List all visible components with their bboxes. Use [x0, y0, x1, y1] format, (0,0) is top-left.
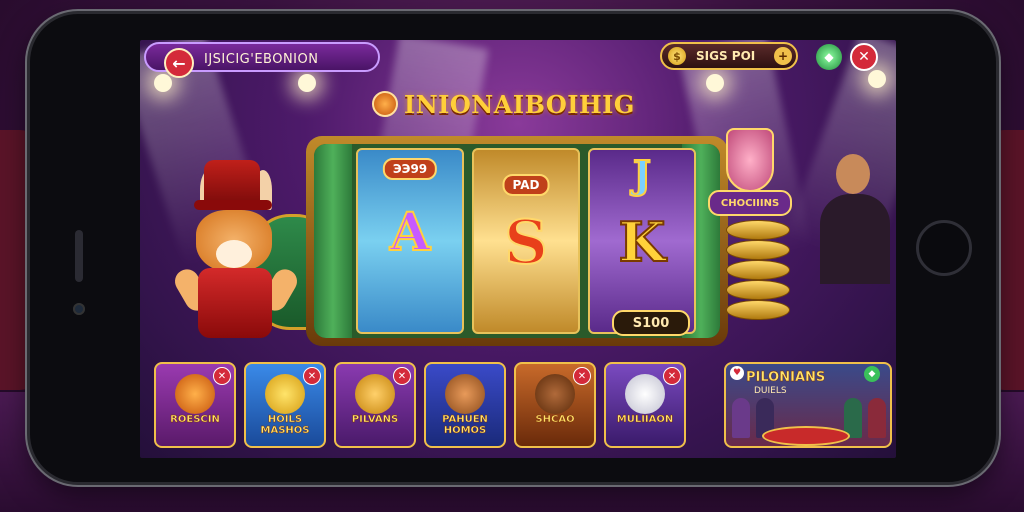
game-card[interactable]: ✕ ROESCIN: [154, 362, 236, 448]
player-figure: [732, 398, 750, 438]
reel-symbol: S: [503, 207, 548, 279]
coin-disc: [726, 300, 790, 320]
mascot-hat-brim: [194, 200, 272, 210]
character-icon: [535, 374, 575, 414]
close-icon[interactable]: ✕: [573, 367, 591, 385]
home-button[interactable]: [916, 220, 972, 276]
game-card[interactable]: ✕ MULIIAON: [604, 362, 686, 448]
sun-icon: [265, 374, 305, 414]
reel-symbol: J: [632, 151, 652, 198]
reel-3[interactable]: J K: [588, 148, 696, 334]
coin-disc: [726, 260, 790, 280]
reel-2[interactable]: PAD S: [472, 148, 580, 334]
featured-game-subtitle: DUIELS: [754, 386, 787, 396]
title-bar: ← IJSICIG'EBONION: [144, 42, 380, 78]
gem-icon[interactable]: ◆: [864, 366, 880, 382]
coin-stack: [726, 212, 790, 322]
game-card-title: SHCAO: [535, 414, 575, 425]
coin-disc: [726, 280, 790, 300]
fox-icon: [175, 374, 215, 414]
bet-amount[interactable]: S100: [612, 310, 690, 336]
dealer-body: [820, 194, 890, 284]
coin-balance-label: SIGS POI: [696, 49, 756, 63]
left-drum: [314, 144, 352, 338]
game-card[interactable]: ✕ SHCAO: [514, 362, 596, 448]
speaker-grill: [75, 230, 83, 282]
phone-device: ← IJSICIG'EBONION $ SIGS POI + ◆ ✕ INION…: [30, 14, 996, 482]
gem-icon[interactable]: ◆: [816, 44, 842, 70]
slot-machine-inner: ЭЭ99 A PAD S J K S100: [314, 144, 720, 338]
dealer-head: [836, 154, 870, 194]
game-card-title: PILVANS: [351, 414, 399, 425]
game-card-title: PAHUEN HOMOS: [442, 414, 488, 436]
logo-text: INIONAIBOIHIG: [404, 89, 635, 119]
heart-icon: ♥: [730, 366, 744, 380]
casino-table: [762, 426, 850, 446]
mascot-body: [198, 268, 272, 338]
mascot-muzzle: [216, 240, 252, 268]
coin-icon: $: [668, 47, 686, 65]
featured-game-card[interactable]: ♥ ◆ PILONIANS DUIELS: [724, 362, 892, 448]
coin-disc: [726, 220, 790, 240]
reel-1[interactable]: ЭЭ99 A: [356, 148, 464, 334]
trophy-icon: [726, 128, 774, 192]
featured-game-title: PILONIANS: [746, 370, 826, 385]
corgi-mascot: [170, 160, 336, 350]
game-logo: INIONAIBOIHIG: [372, 88, 635, 120]
game-card-title: ROESCIN: [170, 414, 220, 425]
slot-machine: ЭЭ99 A PAD S J K S100: [306, 136, 728, 346]
game-card-title: HOILS MASHOS: [260, 414, 310, 436]
close-icon[interactable]: ✕: [663, 367, 681, 385]
close-icon[interactable]: ✕: [303, 367, 321, 385]
cat-icon: [625, 374, 665, 414]
game-list: ✕ ROESCIN ✕ HOILS MASHOS ✕ PILVANS PAHUE…: [154, 362, 894, 454]
game-card-title: MULIIAON: [616, 414, 674, 425]
game-card[interactable]: ✕ HOILS MASHOS: [244, 362, 326, 448]
player-figure: [868, 398, 886, 438]
page-title: IJSICIG'EBONION: [204, 52, 319, 67]
close-icon[interactable]: ✕: [213, 367, 231, 385]
reel-symbol: K: [618, 209, 667, 275]
game-screen: ← IJSICIG'EBONION $ SIGS POI + ◆ ✕ INION…: [140, 40, 896, 458]
plus-icon[interactable]: +: [774, 47, 792, 65]
reel-symbol: PAD: [502, 174, 550, 196]
close-icon[interactable]: ✕: [393, 367, 411, 385]
game-card[interactable]: PAHUEN HOMOS: [424, 362, 506, 448]
dog-icon: [355, 374, 395, 414]
back-arrow-icon[interactable]: ←: [164, 48, 194, 78]
coin-balance[interactable]: $ SIGS POI +: [660, 42, 798, 70]
top-bar: ← IJSICIG'EBONION $ SIGS POI + ◆ ✕: [140, 40, 896, 86]
reel-symbol: ЭЭ99: [382, 158, 438, 180]
close-icon[interactable]: ✕: [850, 43, 878, 71]
camera-icon: [73, 303, 85, 315]
reel-symbol: A: [389, 201, 431, 264]
logo-emblem-icon: [372, 91, 398, 117]
game-card[interactable]: ✕ PILVANS: [334, 362, 416, 448]
coin-disc: [726, 240, 790, 260]
dealer-figure: [820, 154, 890, 284]
dog-icon: [445, 374, 485, 414]
